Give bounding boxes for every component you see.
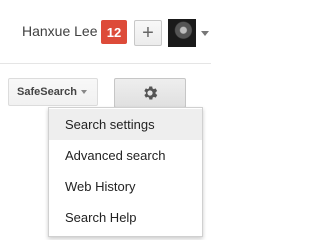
safesearch-button[interactable]: SafeSearch <box>8 78 98 106</box>
menu-item-search-settings[interactable]: Search settings <box>49 109 202 140</box>
menu-item-advanced-search[interactable]: Advanced search <box>49 140 202 171</box>
user-name[interactable]: Hanxue Lee <box>22 23 98 39</box>
settings-menu: Search settings Advanced search Web Hist… <box>48 107 203 237</box>
settings-button[interactable] <box>114 78 186 108</box>
chevron-down-icon <box>80 90 87 94</box>
chevron-down-icon[interactable] <box>201 31 209 36</box>
plus-icon: + <box>142 22 154 44</box>
share-button[interactable]: + <box>134 20 162 46</box>
notification-count-badge[interactable]: 12 <box>101 20 127 44</box>
safesearch-label: SafeSearch <box>17 86 77 98</box>
menu-item-web-history[interactable]: Web History <box>49 171 202 202</box>
gear-icon <box>144 86 158 100</box>
header-divider <box>0 63 211 64</box>
menu-item-search-help[interactable]: Search Help <box>49 202 202 233</box>
account-bar: Hanxue Lee 12 + <box>0 0 211 62</box>
avatar[interactable] <box>168 19 196 47</box>
